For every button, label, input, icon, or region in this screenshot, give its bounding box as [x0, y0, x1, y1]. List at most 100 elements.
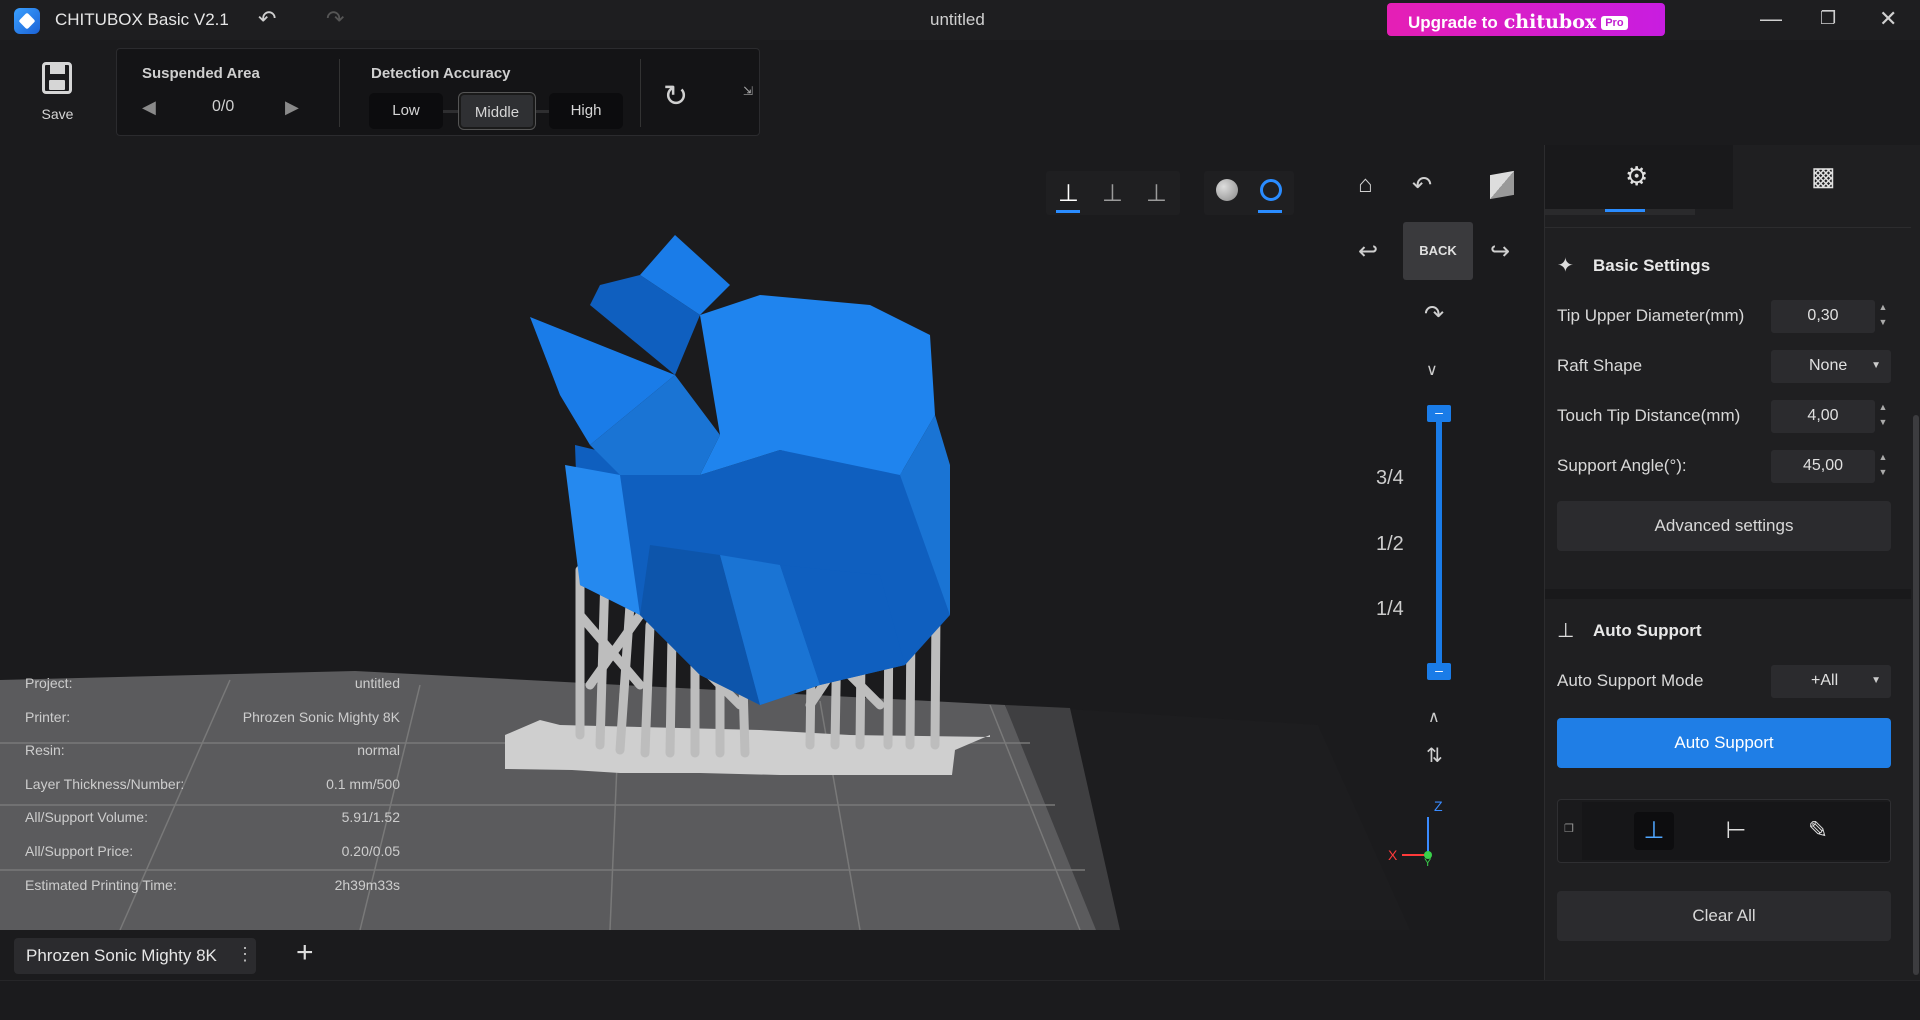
- redo-icon[interactable]: ↷: [326, 6, 344, 32]
- caret-down-icon: ▼: [1871, 675, 1881, 686]
- touch-tip-distance-stepper[interactable]: ▲ ▼: [1875, 400, 1891, 433]
- support-heavy-icon[interactable]: ⊥: [1146, 179, 1167, 208]
- info-row: Resin: normal: [25, 742, 400, 776]
- next-suspended-icon[interactable]: ▶: [285, 97, 299, 118]
- view-cube-icon[interactable]: [1490, 170, 1514, 200]
- divider: [1545, 227, 1911, 228]
- kebab-menu-icon[interactable]: ⋮: [236, 944, 254, 965]
- support-tools-group: ❐ ⊥ ⊢ ✎: [1557, 799, 1891, 863]
- auto-support-button[interactable]: Auto Support: [1557, 718, 1891, 768]
- panel-scrollbar[interactable]: [1913, 415, 1919, 975]
- project-info-table: Project: untitled Printer: Phrozen Sonic M…: [25, 675, 400, 910]
- accuracy-high-button[interactable]: High: [549, 93, 623, 129]
- close-icon[interactable]: ✕: [1879, 6, 1897, 32]
- support-detection-panel: Suspended Area ◀ 0/0 ▶ Detection Accurac…: [116, 48, 760, 136]
- slider-mark-three-quarters: 3/4: [1376, 467, 1404, 489]
- layer-slider-top-handle[interactable]: –: [1427, 405, 1451, 422]
- raft-shape-label: Raft Shape: [1557, 356, 1643, 375]
- info-row: Estimated Printing Time: 2h39m33s: [25, 877, 400, 911]
- tab-printer[interactable]: ▩: [1733, 145, 1920, 209]
- auto-support-mode-select[interactable]: +All ▼: [1771, 665, 1891, 698]
- support-medium-icon[interactable]: ⊥: [1102, 179, 1123, 208]
- suspended-area-title: Suspended Area: [142, 65, 260, 82]
- caret-down-icon: ▼: [1871, 360, 1881, 371]
- raft-shape-select[interactable]: None ▼: [1771, 350, 1891, 383]
- accuracy-low-button[interactable]: Low: [369, 93, 443, 129]
- swap-layer-icon[interactable]: ⇅: [1426, 743, 1443, 768]
- clear-all-button[interactable]: Clear All: [1557, 891, 1891, 941]
- support-tools: ⊥ ⊢ ✎: [1582, 802, 1890, 860]
- add-support-icon[interactable]: ⊥: [1634, 812, 1674, 850]
- refresh-detection-icon[interactable]: ↻: [663, 79, 688, 114]
- touch-tip-distance-input[interactable]: 4,00: [1771, 400, 1875, 433]
- axis-x-label: X: [1388, 847, 1398, 863]
- chevron-down-icon[interactable]: ∨: [1426, 360, 1438, 380]
- home-view-icon[interactable]: ⌂: [1358, 171, 1373, 199]
- section-separator: [1545, 589, 1911, 599]
- info-value: 5.91/1.52: [341, 809, 400, 826]
- info-key: All/Support Volume:: [25, 809, 148, 826]
- previous-suspended-icon[interactable]: ◀: [142, 97, 156, 118]
- accuracy-middle-button[interactable]: Middle: [459, 93, 535, 129]
- active-tab-indicator: [1056, 210, 1080, 213]
- collapse-icon[interactable]: ❐: [1564, 822, 1574, 835]
- save-label: Save: [41, 106, 74, 122]
- axis-gizmo: [1402, 817, 1432, 859]
- info-row: Layer Thickness/Number: 0.1 mm/500: [25, 776, 400, 810]
- info-key: All/Support Price:: [25, 842, 134, 859]
- info-value: 2h39m33s: [334, 876, 400, 893]
- expand-icon[interactable]: ⇲: [743, 84, 753, 98]
- info-row: Printer: Phrozen Sonic Mighty 8K: [25, 709, 400, 743]
- info-value: untitled: [354, 675, 400, 691]
- 3d-viewport[interactable]: ⊥ ⊥ ⊥ ⌂ ↶ ↩ BACK ↪ ↷ ∨ – – 3/4 1/2 1/4 ∧…: [0, 145, 1544, 930]
- xray-view-icon[interactable]: [1260, 179, 1282, 201]
- save-button[interactable]: Save: [30, 60, 85, 128]
- axis-z-label: Z: [1434, 798, 1443, 814]
- layer-slider-bottom-handle[interactable]: –: [1427, 663, 1451, 680]
- active-subtab-indicator: [1605, 209, 1645, 212]
- restore-icon[interactable]: ❐: [1820, 8, 1836, 29]
- printer-tab[interactable]: Phrozen Sonic Mighty 8K ⋮: [14, 938, 256, 974]
- auto-support-mode-value: +All: [1811, 672, 1839, 689]
- info-key: Project:: [25, 675, 73, 691]
- info-row: All/Support Price: 0.20/0.05: [25, 843, 400, 877]
- rotate-down-icon[interactable]: ↷: [1424, 300, 1444, 329]
- line-support-icon[interactable]: ⊢: [1716, 812, 1756, 850]
- chevron-up-icon[interactable]: ∧: [1428, 707, 1440, 727]
- support-angle-input[interactable]: 45,00: [1771, 450, 1875, 483]
- floppy-disk-icon: [42, 62, 72, 94]
- touch-tip-distance-label: Touch Tip Distance(mm): [1557, 406, 1741, 425]
- active-tab-indicator: [1258, 210, 1282, 213]
- support-light-icon[interactable]: ⊥: [1058, 179, 1079, 208]
- minimize-icon[interactable]: —: [1760, 6, 1782, 32]
- edit-support-icon[interactable]: ✎: [1798, 812, 1838, 850]
- rotate-left-icon[interactable]: ↩: [1358, 237, 1378, 266]
- advanced-settings-button[interactable]: Advanced settings: [1557, 501, 1891, 551]
- solid-view-icon[interactable]: [1216, 179, 1238, 201]
- info-value: Phrozen Sonic Mighty 8K: [242, 708, 400, 725]
- tip-upper-diameter-stepper[interactable]: ▲ ▼: [1875, 300, 1891, 333]
- info-row: Project: untitled: [25, 675, 400, 709]
- support-angle-stepper[interactable]: ▲ ▼: [1875, 450, 1891, 483]
- back-view-button[interactable]: BACK: [1403, 222, 1473, 280]
- tip-upper-diameter-input[interactable]: 0,30: [1771, 300, 1875, 333]
- support-type-tabs: ⊥ ⊥ ⊥: [1046, 171, 1180, 215]
- undo-icon[interactable]: ↶: [258, 6, 276, 32]
- info-key: Layer Thickness/Number:: [25, 775, 185, 792]
- rotate-up-icon[interactable]: ↶: [1412, 171, 1432, 200]
- info-value: normal: [357, 742, 400, 759]
- layer-slider-track[interactable]: [1436, 409, 1442, 667]
- detection-accuracy-title: Detection Accuracy: [371, 65, 511, 82]
- add-printer-icon[interactable]: +: [296, 936, 314, 970]
- axis-y-label: Y: [1424, 857, 1432, 869]
- info-row: All/Support Volume: 5.91/1.52: [25, 809, 400, 843]
- tab-support-settings[interactable]: ⚙: [1545, 145, 1733, 209]
- upgrade-pro-badge: Pro: [1601, 16, 1628, 30]
- rotate-right-icon[interactable]: ↪: [1490, 237, 1510, 266]
- document-title: untitled: [930, 10, 985, 29]
- chitubox-logo-icon: [14, 8, 40, 34]
- basic-settings-title: Basic Settings: [1593, 256, 1711, 275]
- upgrade-button[interactable]: Upgrade to chitubox Pro: [1387, 3, 1665, 36]
- raft-shape-value: None: [1809, 357, 1848, 374]
- right-panel: ⚙ ▩ ✦ Basic Settings Tip Upper Diameter(…: [1544, 145, 1920, 980]
